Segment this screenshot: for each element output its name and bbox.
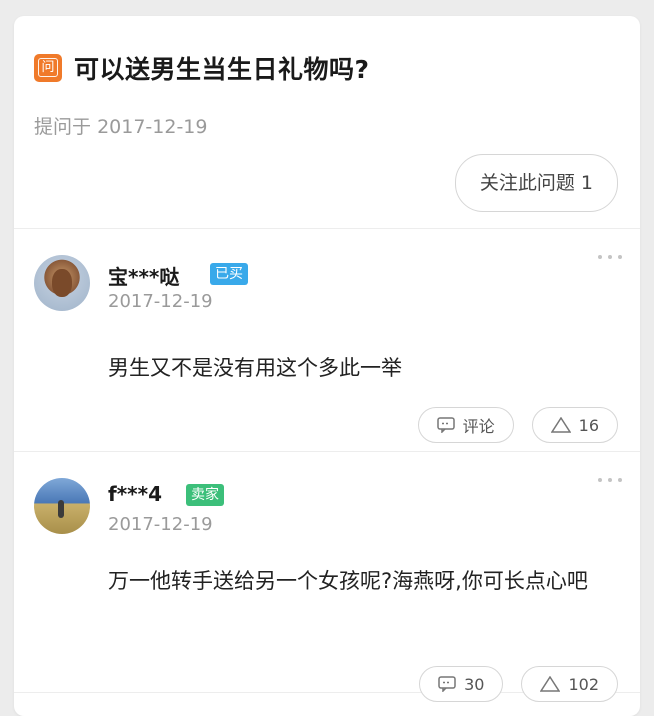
follow-label: 关注此问题 — [479, 172, 575, 194]
comment-button[interactable]: 30 — [419, 666, 504, 702]
answer-item: 宝***哒 已买 2017-12-19 男生又不是没有用这个多此一举 评论 16 — [14, 229, 640, 452]
question-badge-icon: 问 — [34, 54, 62, 82]
answer-username[interactable]: f***4 — [108, 482, 162, 506]
like-button[interactable]: 16 — [531, 407, 618, 443]
like-button[interactable]: 102 — [521, 666, 618, 702]
seller-badge: 卖家 — [186, 484, 224, 506]
comment-label: 评论 — [462, 417, 495, 436]
answer-username[interactable]: 宝***哒 — [108, 261, 179, 290]
answer-actions: 30 102 — [419, 666, 618, 702]
comment-icon — [438, 676, 456, 692]
answer-text: 男生又不是没有用这个多此一举 — [108, 356, 402, 380]
question-header: 问 可以送男生当生日礼物吗? 提问于 2017-12-19 关注此问题 1 — [14, 16, 640, 229]
like-count: 16 — [578, 415, 599, 435]
qa-card: 问 可以送男生当生日礼物吗? 提问于 2017-12-19 关注此问题 1 宝**… — [14, 16, 640, 716]
follow-count: 1 — [580, 172, 593, 194]
avatar[interactable] — [34, 478, 90, 534]
answer-item: f***4 卖家 2017-12-19 万一他转手送给另一个女孩呢?海燕呀,你可… — [14, 452, 640, 702]
question-date-prefix: 提问于 — [34, 116, 92, 138]
comment-icon — [436, 417, 455, 433]
answer-actions: 评论 16 — [417, 407, 618, 443]
more-icon[interactable] — [598, 478, 622, 486]
question-badge-label: 问 — [38, 58, 58, 77]
like-triangle-icon — [550, 417, 571, 433]
like-count: 102 — [568, 674, 599, 694]
bought-badge: 已买 — [210, 263, 248, 285]
answer-date: 2017-12-19 — [108, 291, 213, 312]
answer-text: 万一他转手送给另一个女孩呢?海燕呀,你可长点心吧 — [108, 569, 588, 593]
more-icon[interactable] — [598, 255, 622, 263]
question-title: 可以送男生当生日礼物吗? — [74, 55, 370, 84]
comment-count: 30 — [464, 674, 485, 694]
answer-date: 2017-12-19 — [108, 514, 213, 535]
question-date: 提问于 2017-12-19 — [34, 112, 207, 139]
avatar[interactable] — [34, 255, 90, 311]
like-triangle-icon — [540, 676, 561, 692]
comment-button[interactable]: 评论 — [417, 407, 514, 443]
follow-question-button[interactable]: 关注此问题 1 — [454, 154, 618, 212]
question-date-value: 2017-12-19 — [97, 116, 208, 138]
